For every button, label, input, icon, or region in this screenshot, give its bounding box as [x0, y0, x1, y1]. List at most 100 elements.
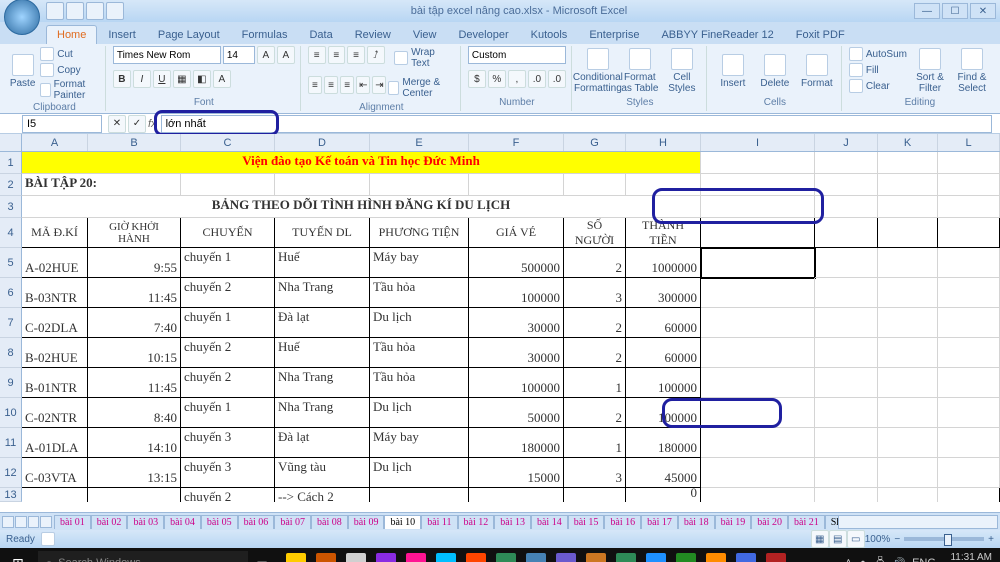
align-right-icon[interactable]: ≡	[340, 76, 354, 94]
format-as-table-button[interactable]: Format as Table	[621, 46, 659, 96]
cell[interactable]	[701, 488, 815, 502]
cell[interactable]	[938, 338, 1000, 368]
col-header-A[interactable]: A	[22, 134, 88, 151]
cell[interactable]: C-02DLA	[22, 308, 88, 338]
percent-icon[interactable]: %	[488, 70, 506, 88]
sheet-tab[interactable]: bài 16	[604, 515, 641, 529]
cell[interactable]: 60000	[626, 338, 701, 368]
sheet-tab[interactable]: bài 18	[678, 515, 715, 529]
cell[interactable]	[88, 488, 181, 502]
sheet-tab[interactable]: bài 08	[311, 515, 348, 529]
fx-enter-icon[interactable]: ✓	[128, 115, 146, 133]
cell[interactable]	[878, 174, 938, 196]
tray-usb-icon[interactable]: ⏏	[858, 557, 868, 562]
shrink-font-icon[interactable]: A	[277, 46, 295, 64]
taskbar-app-icon[interactable]	[582, 549, 610, 562]
row-header-1[interactable]: 1	[0, 152, 22, 174]
cell[interactable]	[815, 174, 878, 196]
cell[interactable]	[181, 174, 275, 196]
cell[interactable]: 100000	[626, 368, 701, 398]
cell[interactable]	[938, 488, 1000, 502]
ribbon-tab-insert[interactable]: Insert	[97, 25, 147, 44]
col-header-K[interactable]: K	[878, 134, 938, 151]
font-color-button[interactable]: A	[213, 70, 231, 88]
cell[interactable]: 7:40	[88, 308, 181, 338]
sheet-tab[interactable]: bài 10	[384, 515, 421, 529]
cell[interactable]: 60000	[626, 308, 701, 338]
zoom-control[interactable]: 100% −+	[865, 534, 994, 545]
cell[interactable]: 3	[564, 278, 626, 308]
taskbar-app-icon[interactable]	[372, 549, 400, 562]
sheet-tab[interactable]: bài 04	[164, 515, 201, 529]
tray-network-icon[interactable]: 🖧	[874, 554, 886, 562]
cell[interactable]	[564, 488, 626, 502]
insert-cells-button[interactable]: Insert	[714, 46, 752, 96]
cell[interactable]: 15000	[469, 458, 564, 488]
align-middle-icon[interactable]: ≡	[328, 46, 346, 64]
sheet-tab[interactable]: bài 03	[127, 515, 164, 529]
cell[interactable]	[815, 398, 878, 428]
cell[interactable]: 2	[564, 308, 626, 338]
col-header-D[interactable]: D	[275, 134, 370, 151]
cell[interactable]: C-02NTR	[22, 398, 88, 428]
fill-button[interactable]: Fill	[849, 62, 907, 78]
italic-button[interactable]: I	[133, 70, 151, 88]
cell[interactable]	[878, 398, 938, 428]
ribbon-tab-data[interactable]: Data	[298, 25, 343, 44]
col-header-L[interactable]: L	[938, 134, 1000, 151]
cell[interactable]	[938, 152, 1000, 174]
view-normal-icon[interactable]: ▦	[811, 530, 829, 548]
taskbar-app-icon[interactable]	[282, 549, 310, 562]
cell[interactable]: Huế	[275, 338, 370, 368]
row-header-6[interactable]: 6	[0, 278, 22, 308]
qat-save-icon[interactable]	[46, 2, 64, 20]
cell[interactable]: chuyến 2	[181, 278, 275, 308]
indent-inc-icon[interactable]: ⇥	[372, 76, 386, 94]
taskbar-app-icon[interactable]	[432, 549, 460, 562]
cell[interactable]: GIỜ KHỞI HÀNH	[88, 218, 181, 248]
cell[interactable]	[878, 308, 938, 338]
cell[interactable]	[815, 218, 878, 248]
font-name-input[interactable]	[113, 46, 221, 64]
cell[interactable]: Vũng tàu	[275, 458, 370, 488]
taskbar-app-icon[interactable]	[672, 549, 700, 562]
bold-button[interactable]: B	[113, 70, 131, 88]
taskbar-app-icon[interactable]	[492, 549, 520, 562]
cell[interactable]	[938, 428, 1000, 458]
ribbon-tab-kutools[interactable]: Kutools	[520, 25, 579, 44]
tray-lang[interactable]: ENG	[912, 557, 936, 562]
cell[interactable]: 0	[626, 488, 701, 502]
taskbar-app-icon[interactable]	[462, 549, 490, 562]
row-header-10[interactable]: 10	[0, 398, 22, 428]
cell[interactable]: Du lịch	[370, 458, 469, 488]
cell[interactable]	[815, 152, 878, 174]
cell[interactable]: A-01DLA	[22, 428, 88, 458]
taskbar-app-icon[interactable]	[612, 549, 640, 562]
cell[interactable]: 100000	[469, 278, 564, 308]
cell[interactable]	[815, 278, 878, 308]
sheet-tab[interactable]: bài 13	[494, 515, 531, 529]
row-header-7[interactable]: 7	[0, 308, 22, 338]
align-center-icon[interactable]: ≡	[324, 76, 338, 94]
cell[interactable]	[701, 428, 815, 458]
cell[interactable]: MÃ Đ.KÍ	[22, 218, 88, 248]
sheet-tabs[interactable]: bài 01bài 02bài 03bài 04bài 05bài 06bài …	[54, 515, 838, 529]
cell[interactable]: B-03NTR	[22, 278, 88, 308]
ribbon-tab-foxit-pdf[interactable]: Foxit PDF	[785, 25, 856, 44]
cell[interactable]: Máy bay	[370, 428, 469, 458]
selected-cell[interactable]	[701, 248, 815, 278]
cell[interactable]: CHUYẾN	[181, 218, 275, 248]
cell[interactable]: 30000	[469, 338, 564, 368]
cell[interactable]	[878, 338, 938, 368]
grow-font-icon[interactable]: A	[257, 46, 275, 64]
taskbar-app-icon[interactable]	[522, 549, 550, 562]
number-format-input[interactable]	[468, 46, 566, 64]
cell[interactable]	[878, 428, 938, 458]
cell[interactable]	[938, 368, 1000, 398]
conditional-formatting-button[interactable]: Conditional Formatting	[579, 46, 617, 96]
col-header-B[interactable]: B	[88, 134, 181, 151]
cell[interactable]	[701, 196, 815, 218]
cell[interactable]	[701, 174, 815, 196]
cell[interactable]	[815, 368, 878, 398]
col-header-H[interactable]: H	[626, 134, 701, 151]
